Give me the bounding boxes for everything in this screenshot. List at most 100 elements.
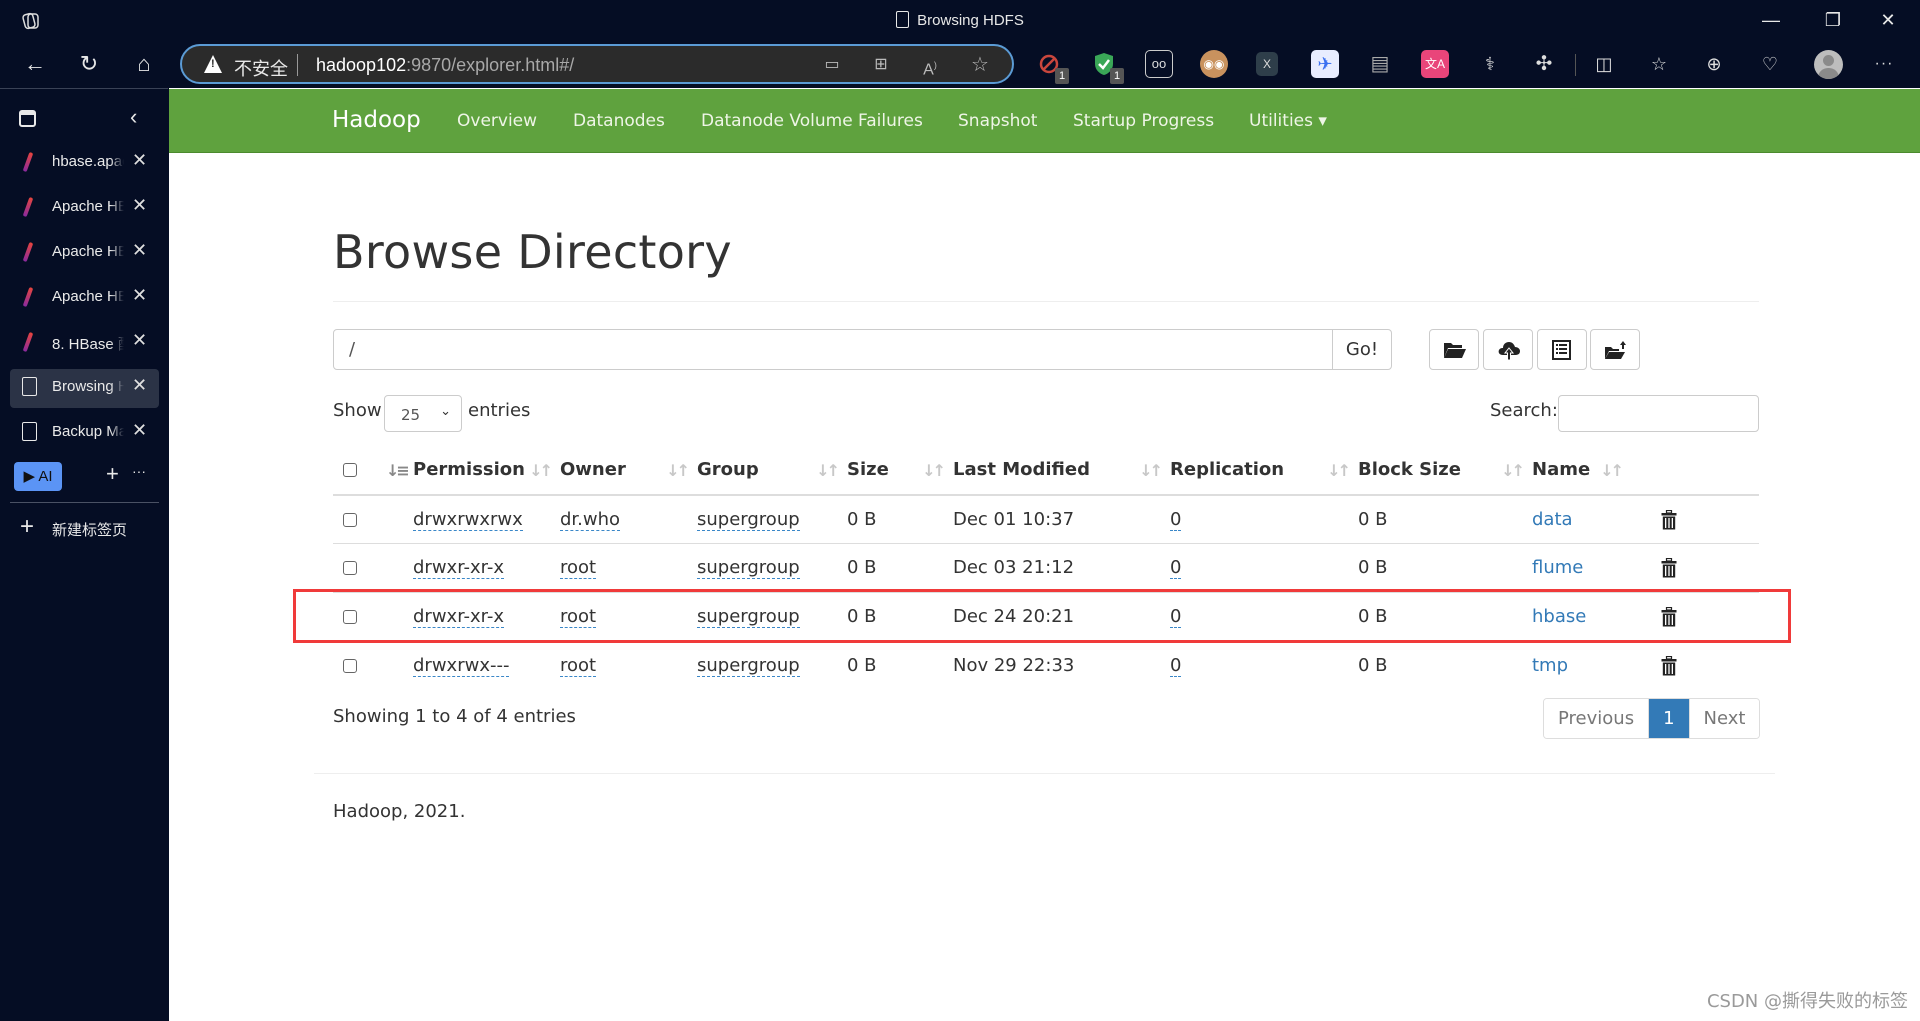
close-tab-icon[interactable]: ✕	[132, 375, 147, 396]
delete-trash-icon[interactable]	[1661, 606, 1677, 627]
directory-path-input[interactable]	[333, 329, 1333, 370]
browser-essentials-icon[interactable]: ♡	[1756, 50, 1784, 78]
row-checkbox[interactable]	[343, 561, 357, 576]
go-button[interactable]: Go!	[1332, 329, 1392, 370]
sort-icon[interactable]: ↓↑	[1327, 461, 1351, 480]
open-folder-button[interactable]	[1429, 329, 1479, 370]
close-tab-icon[interactable]: ✕	[132, 420, 147, 441]
sort-icon[interactable]: ↓↑	[1139, 461, 1163, 480]
file-name-link[interactable]: hbase	[1532, 606, 1586, 627]
permission-link[interactable]: drwxr-xr-x	[413, 605, 504, 628]
address-bar[interactable]: 不安全 hadoop102:9870/explorer.html#/ ▭ ⊞ A…	[180, 44, 1014, 84]
file-name-link[interactable]: tmp	[1532, 655, 1568, 676]
page-1-button[interactable]: 1	[1648, 699, 1689, 738]
owner-link[interactable]: root	[560, 654, 597, 677]
header-name[interactable]: Name ↓↑	[1532, 445, 1661, 496]
extension-wand-icon[interactable]: ⚕	[1476, 50, 1504, 78]
next-page-button[interactable]: Next	[1688, 699, 1760, 738]
list-view-button[interactable]	[1537, 329, 1587, 370]
app-grid-icon[interactable]: ⊞	[869, 54, 893, 76]
row-checkbox[interactable]	[343, 609, 357, 624]
navbar-brand[interactable]: Hadoop	[332, 107, 421, 133]
select-all-checkbox[interactable]	[343, 463, 357, 477]
permission-link[interactable]: drwxrwx---	[413, 654, 510, 677]
header-replication[interactable]: Replication ↓↑	[1170, 445, 1358, 496]
group-link[interactable]: supergroup	[697, 654, 800, 677]
header-last-modified[interactable]: Last Modified ↓↑	[953, 445, 1170, 496]
nav-snapshot[interactable]: Snapshot	[958, 111, 1037, 131]
add-tab-button[interactable]: +	[106, 461, 119, 487]
security-label[interactable]: 不安全	[234, 55, 288, 81]
close-tab-icon[interactable]: ✕	[132, 330, 147, 351]
owner-link[interactable]: root	[560, 605, 597, 628]
extension-oo-icon[interactable]: oo	[1145, 50, 1173, 78]
close-tab-icon[interactable]: ✕	[132, 150, 147, 171]
header-group[interactable]: Group ↓↑	[697, 445, 847, 496]
new-tab-button[interactable]: 新建标签页	[52, 519, 127, 540]
owner-link[interactable]: dr.who	[560, 509, 621, 531]
file-name-link[interactable]: data	[1532, 509, 1573, 530]
nav-datanode-volume-failures[interactable]: Datanode Volume Failures	[701, 111, 923, 131]
extensions-puzzle-icon[interactable]: ✣	[1530, 50, 1558, 78]
extension-translate-icon[interactable]: 文A	[1421, 50, 1449, 78]
ai-button[interactable]: ▶ AI	[14, 462, 62, 491]
sort-header[interactable]: ↓≡	[378, 445, 413, 496]
warning-icon[interactable]	[204, 55, 222, 73]
url-text[interactable]: hadoop102:9870/explorer.html#/	[316, 55, 574, 76]
replication-link[interactable]: 0	[1170, 509, 1182, 531]
delete-trash-icon[interactable]	[1661, 558, 1677, 578]
upload-button[interactable]	[1483, 329, 1533, 370]
sidebar-more-button[interactable]: ···	[132, 463, 146, 479]
delete-trash-icon[interactable]	[1661, 655, 1677, 676]
sort-icon[interactable]: ↓↑	[922, 461, 946, 480]
device-icon[interactable]: ▭	[820, 54, 844, 76]
extension-doc-icon[interactable]: ▤	[1366, 50, 1394, 78]
extension-x-icon[interactable]: X	[1256, 52, 1278, 76]
favorite-star-icon[interactable]: ☆	[968, 54, 992, 76]
close-tab-icon[interactable]: ✕	[132, 285, 147, 306]
group-link[interactable]: supergroup	[697, 605, 800, 628]
row-checkbox[interactable]	[343, 513, 357, 527]
group-link[interactable]: supergroup	[697, 557, 800, 580]
tab-hbase-config[interactable]: 8. HBase 配置 ✕	[10, 324, 159, 360]
extension-shield-icon[interactable]: 1	[1090, 50, 1124, 84]
collapse-sidebar-icon[interactable]: ‹	[130, 104, 137, 130]
refresh-button[interactable]: ↻	[71, 46, 107, 82]
file-name-link[interactable]: flume	[1532, 557, 1583, 578]
permission-link[interactable]: drwxrwxrwx	[413, 509, 523, 531]
collections-icon[interactable]: ⊕	[1700, 50, 1728, 78]
favorites-icon[interactable]: ☆	[1645, 50, 1673, 78]
nav-utilities-dropdown[interactable]: Utilities ▾	[1249, 111, 1327, 131]
extension-owl-icon[interactable]: ◉◉	[1200, 50, 1228, 78]
new-tab-plus-icon[interactable]: +	[20, 515, 34, 539]
home-button[interactable]: ⌂	[126, 46, 162, 82]
tab-apache-hbase-2[interactable]: Apache HBase ✕	[10, 234, 159, 270]
restore-button[interactable]: ❐	[1810, 4, 1856, 36]
tab-apache-hbase-3[interactable]: Apache HBase ✕	[10, 279, 159, 315]
tab-hbase-apache[interactable]: hbase.apache.org ✕	[10, 144, 159, 180]
owner-link[interactable]: root	[560, 557, 597, 580]
minimize-button[interactable]: —	[1748, 4, 1794, 36]
tab-apache-hbase-1[interactable]: Apache HBase ✕	[10, 189, 159, 225]
close-tab-icon[interactable]: ✕	[132, 240, 147, 261]
previous-page-button[interactable]: Previous	[1544, 699, 1649, 738]
row-checkbox[interactable]	[343, 658, 357, 673]
delete-trash-icon[interactable]	[1661, 510, 1677, 530]
sort-icon[interactable]: ↓↑	[529, 461, 553, 480]
header-block-size[interactable]: Block Size ↓↑	[1358, 445, 1532, 496]
tab-actions-icon[interactable]	[19, 110, 36, 127]
group-link[interactable]: supergroup	[697, 509, 800, 531]
search-input[interactable]	[1558, 395, 1759, 432]
header-permission[interactable]: Permission ↓↑	[413, 445, 560, 496]
nav-datanodes[interactable]: Datanodes	[573, 111, 665, 131]
header-size[interactable]: Size ↓↑	[847, 445, 953, 496]
nav-overview[interactable]: Overview	[457, 111, 537, 131]
close-window-button[interactable]: ✕	[1865, 4, 1911, 36]
tab-backup-master[interactable]: Backup Master ✕	[10, 414, 159, 450]
extension-bird-icon[interactable]: ✈	[1311, 50, 1339, 78]
sort-icon[interactable]: ↓↑	[816, 461, 840, 480]
sort-icon[interactable]: ↓↑	[1501, 461, 1525, 480]
extension-red-icon[interactable]: 1	[1035, 50, 1069, 84]
sort-active-icon[interactable]: ↓≡	[386, 461, 410, 480]
nav-startup-progress[interactable]: Startup Progress	[1073, 111, 1214, 131]
